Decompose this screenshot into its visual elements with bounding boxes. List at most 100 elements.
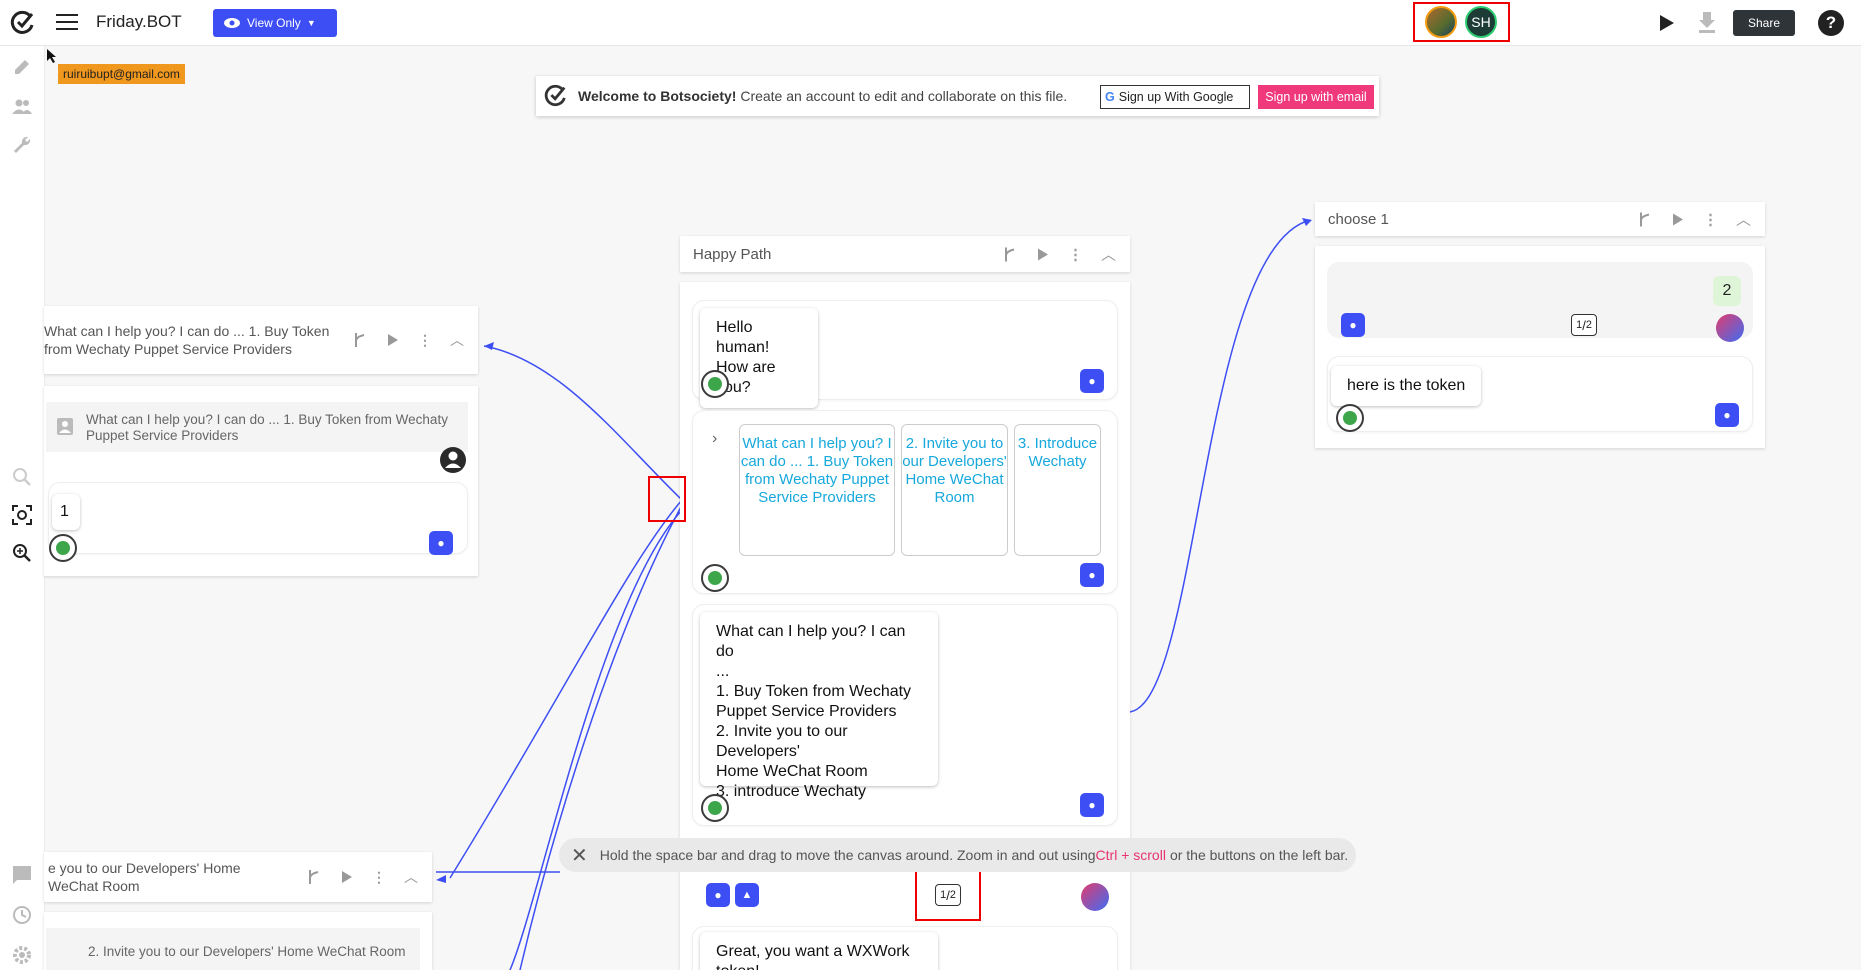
top-bar: Friday.BOT View Only ▼ SH Share ? <box>0 0 1861 46</box>
cursor-icon <box>47 49 56 63</box>
play-icon[interactable] <box>340 869 354 885</box>
left-toolbar <box>0 46 45 970</box>
zoom-out-icon[interactable] <box>11 466 33 488</box>
left-path-header[interactable]: What can I help you? I can do ... 1. Buy… <box>44 306 478 374</box>
settings-icon[interactable] <box>11 944 33 966</box>
user-email-tooltip: ruiruibupt@gmail.com <box>58 64 185 84</box>
apple-icon[interactable]: ● <box>1080 563 1104 587</box>
pager-denominator: 2 <box>949 889 956 901</box>
more-vertical-icon[interactable]: ⋮ <box>372 868 386 886</box>
bot-bubble: Great, you want a WXWork token! <box>700 932 938 970</box>
bubble-line: Puppet Service Providers <box>716 703 897 720</box>
branch-icon[interactable] <box>352 331 368 349</box>
canvas-hint-bar: ✕ Hold the space bar and drag to move th… <box>559 838 1356 872</box>
choose-panel-header[interactable]: choose 1 ⋮ ︿ <box>1315 202 1765 236</box>
chevron-down-icon: ▼ <box>306 18 316 28</box>
bubble-line: What can I help you? I can do <box>716 623 906 660</box>
comment-icon[interactable] <box>11 864 33 886</box>
more-vertical-icon[interactable]: ⋮ <box>1068 245 1083 263</box>
branch-icon[interactable] <box>306 868 322 886</box>
user-account-icon <box>440 447 466 473</box>
quick-reply-button[interactable]: What can I help you? I can do ... 1. Buy… <box>739 424 895 556</box>
user-bubble: 1 <box>52 494 80 530</box>
user-message-row[interactable] <box>1327 262 1753 338</box>
pager-numerator: 1 <box>1576 319 1583 331</box>
bot-bubble: here is the token <box>1331 366 1482 406</box>
left-path-2-header[interactable]: e you to our Developers' Home WeChat Roo… <box>44 852 432 902</box>
bot-avatar <box>701 564 729 592</box>
welcome-banner: Welcome to Botsociety! Create an account… <box>536 76 1379 116</box>
play-icon[interactable] <box>1671 211 1685 227</box>
user-bubble: 2 <box>1713 276 1741 306</box>
help-icon[interactable]: ? <box>1818 10 1844 36</box>
apple-icon[interactable]: ● <box>706 883 730 907</box>
more-vertical-icon[interactable]: ⋮ <box>418 331 432 349</box>
avatar[interactable]: SH <box>1465 6 1497 38</box>
fit-to-screen-icon[interactable] <box>11 504 33 526</box>
google-icon: G <box>1105 90 1115 104</box>
bubble-line: token! <box>716 962 922 970</box>
panel-title: choose 1 <box>1328 210 1389 228</box>
play-icon[interactable] <box>1655 12 1677 34</box>
contact-icon <box>57 418 73 435</box>
more-vertical-icon[interactable]: ⋮ <box>1703 210 1718 228</box>
view-only-dropdown[interactable]: View Only ▼ <box>213 9 337 37</box>
apple-icon[interactable]: ● <box>429 531 453 555</box>
chevron-up-icon[interactable]: ︿ <box>404 868 418 886</box>
hint-text-end: or the buttons on the left bar. <box>1169 847 1349 863</box>
bubble-line: Home WeChat Room <box>716 763 868 780</box>
apple-icon[interactable]: ● <box>1715 403 1739 427</box>
quick-reply-button[interactable]: 3. Introduce Wechaty <box>1014 424 1101 556</box>
play-icon[interactable] <box>1036 246 1050 262</box>
panel-title: e you to our Developers' Home WeChat Roo… <box>48 860 241 894</box>
variant-pager[interactable]: 1/2 <box>935 884 961 906</box>
bubble-line: 3. introduce Wechaty <box>716 783 867 800</box>
intent-text: What can I help you? I can do ... 1. Buy… <box>86 412 448 443</box>
intent-text: 2. Invite you to our Developers' Home We… <box>88 944 406 959</box>
sign-up-email-button[interactable]: Sign up with email <box>1258 85 1374 109</box>
branch-icon[interactable] <box>1637 210 1653 228</box>
wrench-icon[interactable] <box>11 134 33 156</box>
sign-up-google-button[interactable]: G Sign up With Google <box>1100 85 1250 109</box>
google-label: Sign up With Google <box>1118 90 1234 104</box>
chevron-right-icon[interactable]: › <box>712 430 717 448</box>
eye-icon <box>224 18 240 28</box>
play-icon[interactable] <box>386 332 400 348</box>
branch-icon[interactable] <box>1002 245 1018 263</box>
pager-denominator: 2 <box>1585 319 1592 331</box>
android-icon[interactable]: ▲ <box>735 883 759 907</box>
bubble-line: 2. Invite you to our Developers' <box>716 723 848 760</box>
panel-title: Happy Path <box>693 245 772 263</box>
share-button[interactable]: Share <box>1733 10 1795 36</box>
view-only-label: View Only <box>247 16 301 30</box>
welcome-text: Welcome to Botsociety! Create an account… <box>578 88 1067 104</box>
history-icon[interactable] <box>11 904 33 926</box>
hint-keys: Ctrl + scroll <box>1095 847 1166 863</box>
people-icon[interactable] <box>11 96 33 118</box>
apple-icon[interactable]: ● <box>1080 793 1104 817</box>
happy-path-header[interactable]: Happy Path ⋮ ︿ <box>680 236 1130 272</box>
bot-avatar <box>49 534 77 562</box>
chevron-up-icon[interactable]: ︿ <box>1101 244 1116 265</box>
variant-pager[interactable]: 1/2 <box>1571 314 1597 336</box>
collaborator-avatars: SH <box>1413 2 1510 42</box>
chevron-up-icon[interactable]: ︿ <box>450 331 464 349</box>
bubble-line: Great, you want a WXWork <box>716 943 910 960</box>
bubble-line: Hello human! <box>716 319 770 356</box>
apple-icon[interactable]: ● <box>1341 313 1365 337</box>
close-icon[interactable]: ✕ <box>571 843 588 868</box>
quick-reply-button[interactable]: 2. Invite you to our Developers' Home We… <box>901 424 1008 556</box>
zoom-in-icon[interactable] <box>11 542 33 564</box>
download-icon[interactable] <box>1696 10 1718 34</box>
avatar[interactable] <box>1425 6 1457 38</box>
chevron-up-icon[interactable]: ︿ <box>1736 209 1751 230</box>
hamburger-menu-icon[interactable] <box>56 14 78 32</box>
apple-icon[interactable]: ● <box>1080 369 1104 393</box>
pencil-icon[interactable] <box>11 56 33 78</box>
botsociety-logo-icon <box>544 84 566 107</box>
user-avatar <box>1716 314 1744 342</box>
botsociety-logo-icon[interactable] <box>10 10 36 36</box>
bot-avatar <box>701 794 729 822</box>
message-card[interactable] <box>48 482 468 554</box>
bot-avatar <box>1336 404 1364 432</box>
